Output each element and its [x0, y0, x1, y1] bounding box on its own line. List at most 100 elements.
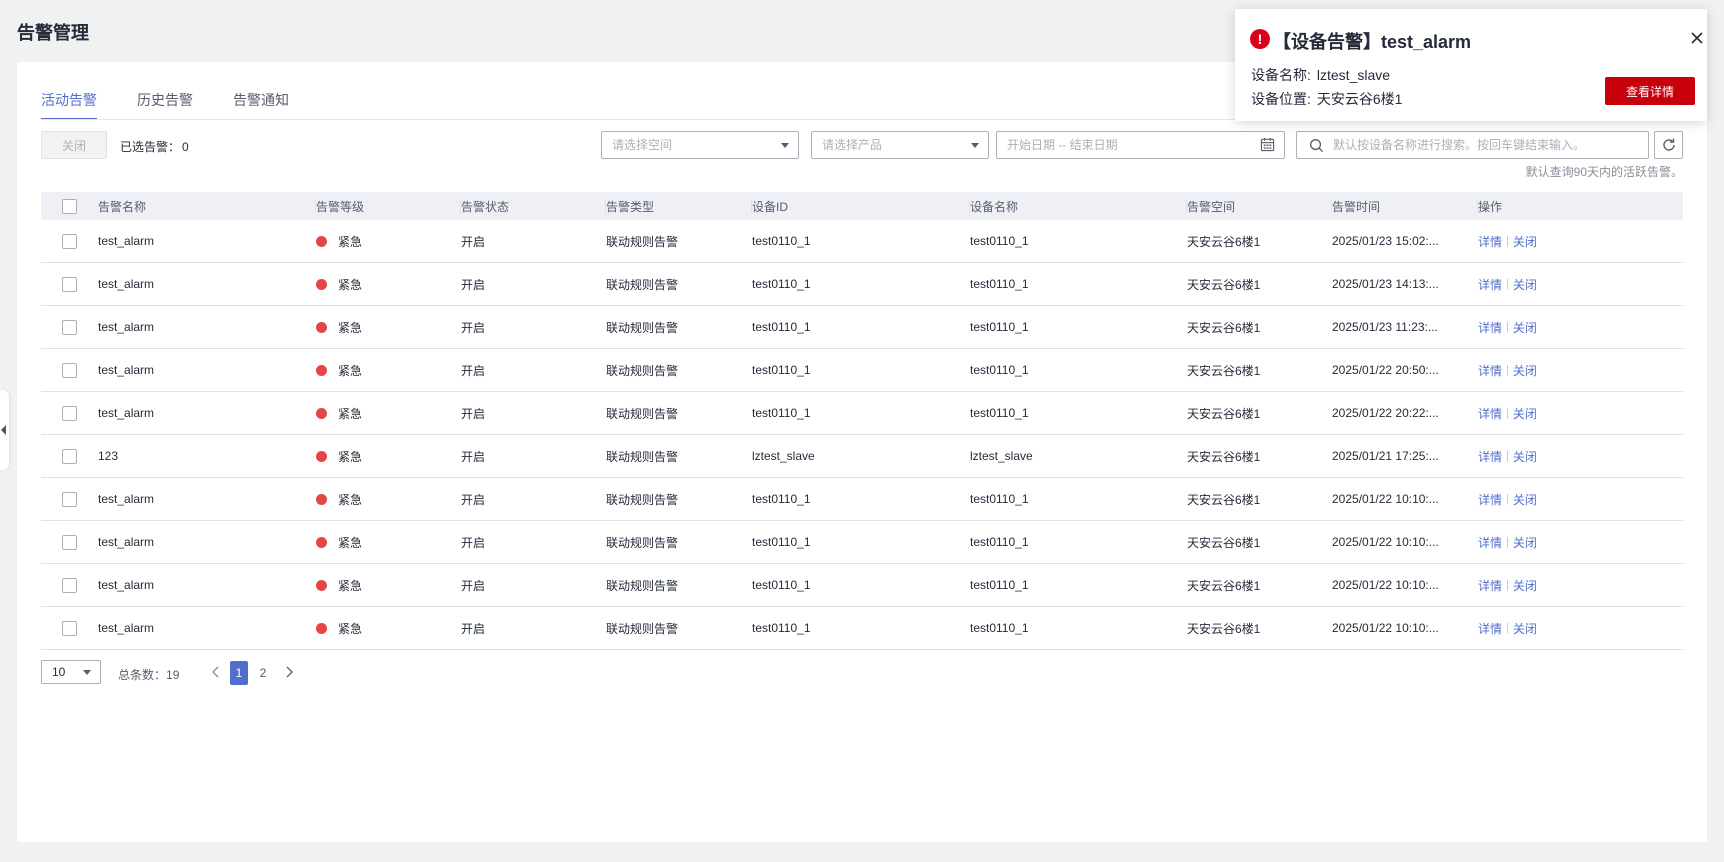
close-icon[interactable] [1687, 28, 1707, 48]
row-checkbox[interactable] [62, 620, 77, 636]
detail-link[interactable]: 详情 [1478, 405, 1502, 422]
close-link[interactable]: 关闭 [1513, 448, 1537, 465]
close-alarms-button[interactable]: 关闭 [41, 131, 107, 159]
notification-device-name: 设备名称: lztest_slave [1251, 65, 1390, 85]
alarm-status-cell: 开启 [461, 363, 486, 378]
row-checkbox[interactable] [62, 577, 77, 593]
alarm-type-cell: 联动规则告警 [606, 578, 679, 593]
main-card: 活动告警 历史告警 告警通知 关闭 已选告警： 0 请选择空间 请选择产品 开始日… [17, 62, 1707, 842]
table-row: test_alarm 紧急 开启 联动规则告警 test0110_1 test0110_1… [41, 349, 1683, 392]
close-link[interactable]: 关闭 [1513, 276, 1537, 293]
table-row: test_alarm 紧急 开启 联动规则告警 test0110_1 test0110_1… [41, 392, 1683, 435]
product-select[interactable]: 请选择产品 [811, 131, 989, 159]
close-link[interactable]: 关闭 [1513, 577, 1537, 594]
actions-cell: 详情 | 关闭 [1478, 349, 1683, 391]
tab-alarm-notifications[interactable]: 告警通知 [233, 90, 289, 120]
row-checkbox[interactable] [62, 534, 77, 550]
actions-cell: 详情 | 关闭 [1478, 521, 1683, 563]
detail-link[interactable]: 详情 [1478, 319, 1502, 336]
alarm-name-cell: test_alarm [98, 578, 155, 592]
row-checkbox[interactable] [62, 405, 77, 421]
detail-link[interactable]: 详情 [1478, 276, 1502, 293]
alarm-level-cell: 紧急 [316, 263, 461, 305]
close-link[interactable]: 关闭 [1513, 362, 1537, 379]
row-checkbox-cell [41, 306, 98, 348]
alarm-space-cell: 天安云谷6楼1 [1187, 320, 1261, 335]
action-separator: | [1506, 278, 1509, 290]
alarm-notification: ! 【设备告警】test_alarm 设备名称: lztest_slave 设备位… [1235, 9, 1707, 121]
detail-link[interactable]: 详情 [1478, 448, 1502, 465]
tab-history-alarms[interactable]: 历史告警 [137, 90, 193, 120]
row-checkbox[interactable] [62, 276, 77, 292]
select-all-checkbox[interactable] [62, 198, 77, 214]
detail-link[interactable]: 详情 [1478, 233, 1502, 250]
refresh-icon [1663, 138, 1675, 151]
page-size-select[interactable]: 10 [41, 660, 101, 684]
device-name-cell: test0110_1 [970, 535, 1029, 549]
action-separator: | [1506, 622, 1509, 634]
alarm-level-cell: 紧急 [316, 349, 461, 391]
actions-cell: 详情 | 关闭 [1478, 392, 1683, 434]
actions-cell: 详情 | 关闭 [1478, 564, 1683, 606]
sidebar-collapse-handle[interactable] [0, 390, 9, 470]
urgent-dot-icon [316, 235, 327, 247]
space-select-placeholder: 请选择空间 [612, 138, 673, 152]
chevron-down-icon [781, 143, 789, 148]
row-checkbox[interactable] [62, 362, 77, 378]
alarm-space-cell: 天安云谷6楼1 [1187, 492, 1261, 507]
refresh-button[interactable] [1654, 131, 1683, 159]
chevron-left-icon[interactable] [207, 663, 225, 681]
alarm-name-cell: test_alarm [98, 277, 155, 291]
alarm-level-cell: 紧急 [316, 435, 461, 477]
detail-link[interactable]: 详情 [1478, 491, 1502, 508]
row-checkbox[interactable] [62, 233, 77, 249]
close-link[interactable]: 关闭 [1513, 491, 1537, 508]
selected-count: 已选告警： 0 [118, 138, 189, 155]
device-id-cell: test0110_1 [752, 406, 811, 420]
device-id-cell: test0110_1 [752, 621, 811, 635]
close-link[interactable]: 关闭 [1513, 620, 1537, 637]
tab-active-alarms[interactable]: 活动告警 [41, 90, 97, 120]
close-link[interactable]: 关闭 [1513, 233, 1537, 250]
total-value: 19 [166, 668, 180, 682]
alarm-name-cell: test_alarm [98, 492, 155, 506]
row-checkbox[interactable] [62, 448, 77, 464]
close-link[interactable]: 关闭 [1513, 534, 1537, 551]
header-device-id: 设备ID [752, 192, 970, 220]
device-name-cell: test0110_1 [970, 320, 1029, 334]
chevron-right-icon[interactable] [280, 663, 298, 681]
alarm-space-cell: 天安云谷6楼1 [1187, 578, 1261, 593]
detail-link[interactable]: 详情 [1478, 577, 1502, 594]
view-details-button[interactable]: 查看详情 [1605, 77, 1695, 105]
close-link[interactable]: 关闭 [1513, 405, 1537, 422]
urgent-dot-icon [316, 364, 327, 376]
date-range-picker[interactable]: 开始日期 -- 结束日期 [996, 131, 1285, 159]
search-input[interactable] [1333, 136, 1633, 154]
device-name-cell: test0110_1 [970, 277, 1029, 291]
actions-cell: 详情 | 关闭 [1478, 435, 1683, 477]
alarm-level-cell: 紧急 [316, 607, 461, 649]
table-body: test_alarm 紧急 开启 联动规则告警 test0110_1 test0110_1… [41, 220, 1683, 650]
page-2-button[interactable]: 2 [254, 661, 272, 685]
actions-cell: 详情 | 关闭 [1478, 220, 1683, 262]
row-checkbox[interactable] [62, 491, 77, 507]
detail-link[interactable]: 详情 [1478, 362, 1502, 379]
alarm-name-cell: test_alarm [98, 535, 155, 549]
header-alarm-status: 告警状态 [461, 192, 606, 220]
detail-link[interactable]: 详情 [1478, 620, 1502, 637]
actions-cell: 详情 | 关闭 [1478, 478, 1683, 520]
table-row: test_alarm 紧急 开启 联动规则告警 test0110_1 test0110_1… [41, 263, 1683, 306]
alarm-level-text: 紧急 [338, 277, 363, 292]
row-checkbox[interactable] [62, 319, 77, 335]
detail-link[interactable]: 详情 [1478, 534, 1502, 551]
notification-device-location: 设备位置: 天安云谷6楼1 [1251, 89, 1402, 109]
alarm-type-cell: 联动规则告警 [606, 406, 679, 421]
row-checkbox-cell [41, 564, 98, 606]
alarm-space-cell: 天安云谷6楼1 [1187, 449, 1261, 464]
alarm-status-cell: 开启 [461, 578, 486, 593]
device-id-cell: test0110_1 [752, 320, 811, 334]
page-1-button[interactable]: 1 [230, 661, 248, 685]
close-link[interactable]: 关闭 [1513, 319, 1537, 336]
device-id-cell: lztest_slave [752, 449, 815, 463]
space-select[interactable]: 请选择空间 [601, 131, 799, 159]
